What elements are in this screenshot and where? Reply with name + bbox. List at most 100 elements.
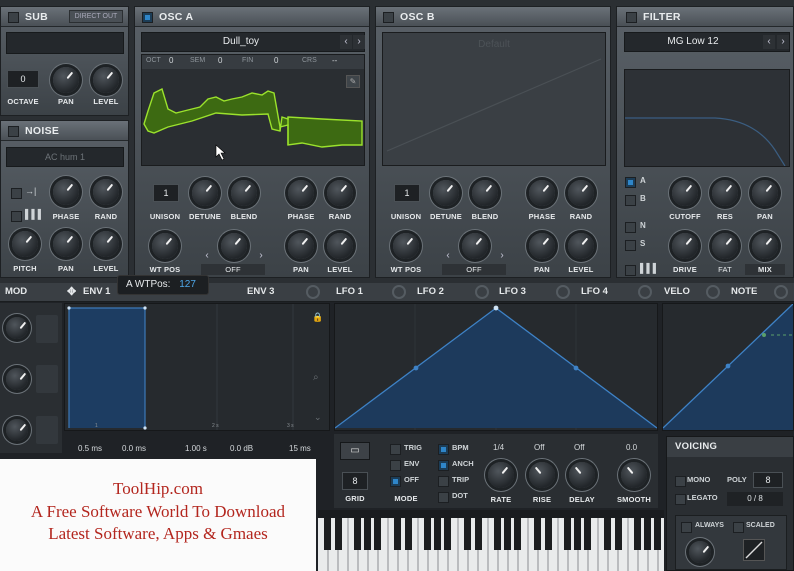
osc-a-rand-knob[interactable]	[327, 180, 353, 206]
osc-a-next-arrow[interactable]: ›	[353, 35, 365, 49]
lfo4-mod-ring[interactable]	[638, 285, 652, 299]
mod-source-knob-3[interactable]	[6, 419, 28, 441]
fin-value[interactable]: 0	[274, 56, 278, 65]
env-decay-value[interactable]: 1.00 s	[185, 444, 207, 453]
lfo3-tab[interactable]: LFO 3	[499, 286, 526, 297]
filter-route-b-checkbox[interactable]	[625, 195, 636, 206]
res-knob[interactable]	[712, 180, 738, 206]
zoom-icon[interactable]: ⌕	[313, 372, 319, 383]
mod-slot-2[interactable]	[36, 365, 58, 393]
filter-pan-knob[interactable]	[752, 180, 778, 206]
env-release-value[interactable]: 15 ms	[289, 444, 311, 453]
mod-slot-1[interactable]	[36, 315, 58, 343]
lfo2-mod-ring[interactable]	[475, 285, 489, 299]
sem-value[interactable]: 0	[218, 56, 222, 65]
lfo3-mod-ring[interactable]	[556, 285, 570, 299]
env-graph[interactable]: 1 2 s 3 s 🔒 ⌕ ⌄	[64, 303, 330, 431]
porta-curve-button[interactable]	[743, 539, 765, 561]
filter-route-a-checkbox[interactable]	[625, 177, 636, 188]
osc-b-warp-prev[interactable]: ‹	[442, 249, 454, 263]
filter-next-arrow[interactable]: ›	[777, 35, 789, 49]
osc-b-waveform-display[interactable]: Default	[382, 32, 606, 166]
osc-a-wtpos-knob[interactable]	[152, 233, 178, 259]
lfo-graph[interactable]	[334, 303, 658, 431]
rise-value[interactable]: Off	[534, 443, 545, 452]
osc-b-unison-spinner[interactable]: 1	[394, 184, 420, 202]
env-mode-checkbox[interactable]	[390, 460, 401, 471]
lfo-point-3[interactable]	[573, 365, 579, 371]
noise-keytrack-checkbox[interactable]	[11, 188, 22, 199]
smooth-value[interactable]: 0.0	[626, 443, 637, 452]
filter-type-selector[interactable]: MG Low 12 ‹ ›	[624, 32, 790, 52]
env-point-sustain[interactable]	[143, 306, 147, 310]
osc-a-warp-label[interactable]: OFF	[201, 264, 265, 275]
mod-slot-3[interactable]	[36, 416, 58, 444]
osc-b-warp-knob[interactable]	[462, 233, 488, 259]
mod-tab[interactable]: MOD	[5, 286, 27, 297]
osc-b-rand-knob[interactable]	[568, 180, 594, 206]
rate-value[interactable]: 1/4	[493, 443, 504, 452]
filter-route-s-checkbox[interactable]	[625, 240, 636, 251]
legato-checkbox[interactable]	[675, 494, 686, 505]
osc-b-enable-checkbox[interactable]	[383, 12, 394, 23]
cutoff-knob[interactable]	[672, 180, 698, 206]
scroll-down-icon[interactable]: ⌄	[314, 412, 322, 423]
note-tab[interactable]: NOTE	[731, 286, 757, 297]
move-icon[interactable]: ✥	[67, 285, 76, 298]
rate-knob[interactable]	[488, 462, 514, 488]
filter-keytrack-checkbox[interactable]	[625, 265, 636, 276]
filter-prev-arrow[interactable]: ‹	[763, 35, 775, 49]
oct-value[interactable]: 0	[169, 56, 173, 65]
osc-a-detune-knob[interactable]	[192, 180, 218, 206]
filter-enable-checkbox[interactable]	[626, 12, 637, 23]
lfo1-mod-ring[interactable]	[392, 285, 406, 299]
osc-a-unison-spinner[interactable]: 1	[153, 184, 179, 202]
octave-spinner[interactable]: 0	[7, 70, 39, 88]
keyboard[interactable]	[318, 518, 664, 571]
lfo-point-1[interactable]	[413, 365, 419, 371]
osc-b-wtpos-knob[interactable]	[393, 233, 419, 259]
mono-checkbox[interactable]	[675, 476, 686, 487]
env-point-start[interactable]	[67, 306, 71, 310]
scaled-checkbox[interactable]	[733, 522, 744, 533]
noise-retrig-checkbox[interactable]	[11, 211, 22, 222]
lfo4-tab[interactable]: LFO 4	[581, 286, 608, 297]
off-mode-checkbox[interactable]	[390, 476, 401, 487]
note-mod-ring[interactable]	[774, 285, 788, 299]
sub-enable-checkbox[interactable]	[8, 12, 19, 23]
fat-knob[interactable]	[712, 233, 738, 259]
velo-tab[interactable]: VELO	[664, 286, 690, 297]
note-point[interactable]	[762, 333, 766, 337]
noise-enable-checkbox[interactable]	[8, 126, 19, 137]
osc-b-detune-knob[interactable]	[433, 180, 459, 206]
env1-tab[interactable]: ENV 1	[83, 286, 110, 297]
osc-a-phase-knob[interactable]	[288, 180, 314, 206]
osc-a-blend-knob[interactable]	[231, 180, 257, 206]
env3-mod-ring[interactable]	[306, 285, 320, 299]
env-sustain-value[interactable]: 0.0 dB	[230, 444, 253, 453]
noise-pan-knob[interactable]	[53, 231, 79, 257]
osc-b-warp-next[interactable]: ›	[496, 249, 508, 263]
osc-a-edit-icon[interactable]: ✎	[346, 75, 360, 88]
osc-b-blend-knob[interactable]	[472, 180, 498, 206]
trig-checkbox[interactable]	[390, 444, 401, 455]
osc-a-wavetable-selector[interactable]: Dull_toy ‹ ›	[141, 32, 365, 52]
env-point-end[interactable]	[143, 426, 147, 430]
smooth-knob[interactable]	[621, 462, 647, 488]
env-attack-value[interactable]: 0.5 ms	[78, 444, 102, 453]
sub-pan-knob[interactable]	[53, 67, 79, 93]
direct-out-button[interactable]: DIRECT OUT	[69, 10, 123, 23]
porta-knob[interactable]	[689, 541, 711, 563]
drive-knob[interactable]	[672, 233, 698, 259]
osc-a-enable-checkbox[interactable]	[142, 12, 153, 23]
folder-button[interactable]: ▭	[340, 442, 370, 460]
osc-b-phase-knob[interactable]	[529, 180, 555, 206]
noise-phase-knob[interactable]	[53, 179, 79, 205]
velo-graph[interactable]	[662, 303, 794, 431]
osc-a-waveform-display[interactable]: OCT 0 SEM 0 FIN 0 CRS -- ✎	[141, 54, 365, 166]
sub-shape-display[interactable]	[6, 32, 124, 54]
noise-level-knob[interactable]	[93, 231, 119, 257]
osc-a-pan-knob[interactable]	[288, 233, 314, 259]
noise-pitch-knob[interactable]	[12, 231, 38, 257]
rise-knob[interactable]	[529, 462, 555, 488]
